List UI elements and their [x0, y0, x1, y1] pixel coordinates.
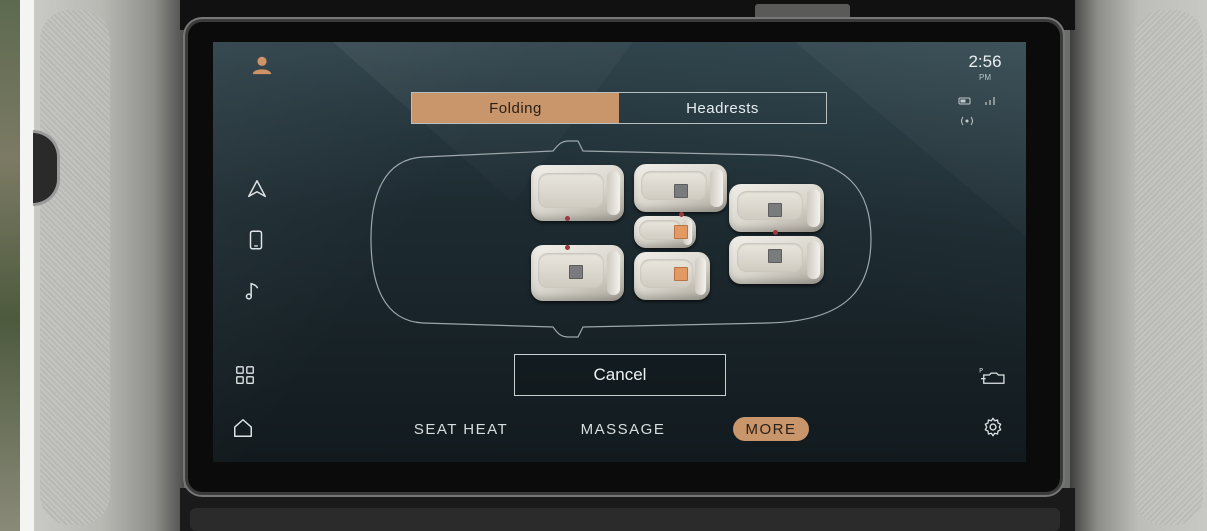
nav-seat-heat[interactable]: SEAT HEAT — [406, 417, 516, 441]
seat-belt-buckle — [773, 230, 778, 235]
profile-icon[interactable] — [249, 52, 275, 78]
tab-folding[interactable]: Folding — [412, 93, 619, 123]
tab-headrests[interactable]: Headrests — [619, 93, 826, 123]
svg-text:P: P — [979, 366, 983, 374]
nav-more[interactable]: MORE — [733, 417, 809, 441]
navigation-icon[interactable] — [244, 176, 270, 202]
seat-belt-buckle — [565, 216, 570, 221]
wireless-icon — [958, 112, 976, 126]
fold-marker — [569, 265, 583, 279]
fold-marker — [768, 203, 782, 217]
seat-belt-buckle — [679, 212, 684, 217]
infotainment-screen: 2:56 PM Folding Headrests Cancel SEAT HE… — [213, 42, 1026, 462]
music-icon[interactable] — [240, 278, 266, 304]
apps-grid-icon[interactable] — [232, 362, 258, 388]
bottom-control-strip — [190, 508, 1060, 531]
signal-icon — [983, 91, 999, 105]
parking-camera-icon[interactable]: P — [977, 362, 1007, 388]
nav-massage[interactable]: MASSAGE — [573, 417, 673, 441]
seat-mode-tabs: Folding Headrests — [411, 92, 827, 124]
image-border — [20, 0, 34, 531]
cancel-button[interactable]: Cancel — [514, 354, 726, 396]
fold-marker — [674, 184, 688, 198]
fold-marker-active — [674, 267, 688, 281]
seat-driver[interactable] — [531, 165, 624, 221]
dashboard-right-trim — [1135, 10, 1203, 525]
battery-icon — [958, 92, 982, 105]
dashboard-left-trim — [40, 10, 110, 525]
phone-icon[interactable] — [243, 227, 269, 253]
home-icon[interactable] — [230, 415, 256, 441]
seat-row2-center-rear[interactable] — [634, 252, 710, 300]
fold-marker-active — [674, 225, 688, 239]
settings-gear-icon[interactable] — [980, 414, 1006, 440]
background-scenery — [0, 0, 20, 531]
seat-belt-buckle — [565, 245, 570, 250]
clock-ampm: PM — [979, 73, 991, 82]
fold-marker — [768, 249, 782, 263]
clock-time: 2:56 — [968, 52, 1002, 71]
